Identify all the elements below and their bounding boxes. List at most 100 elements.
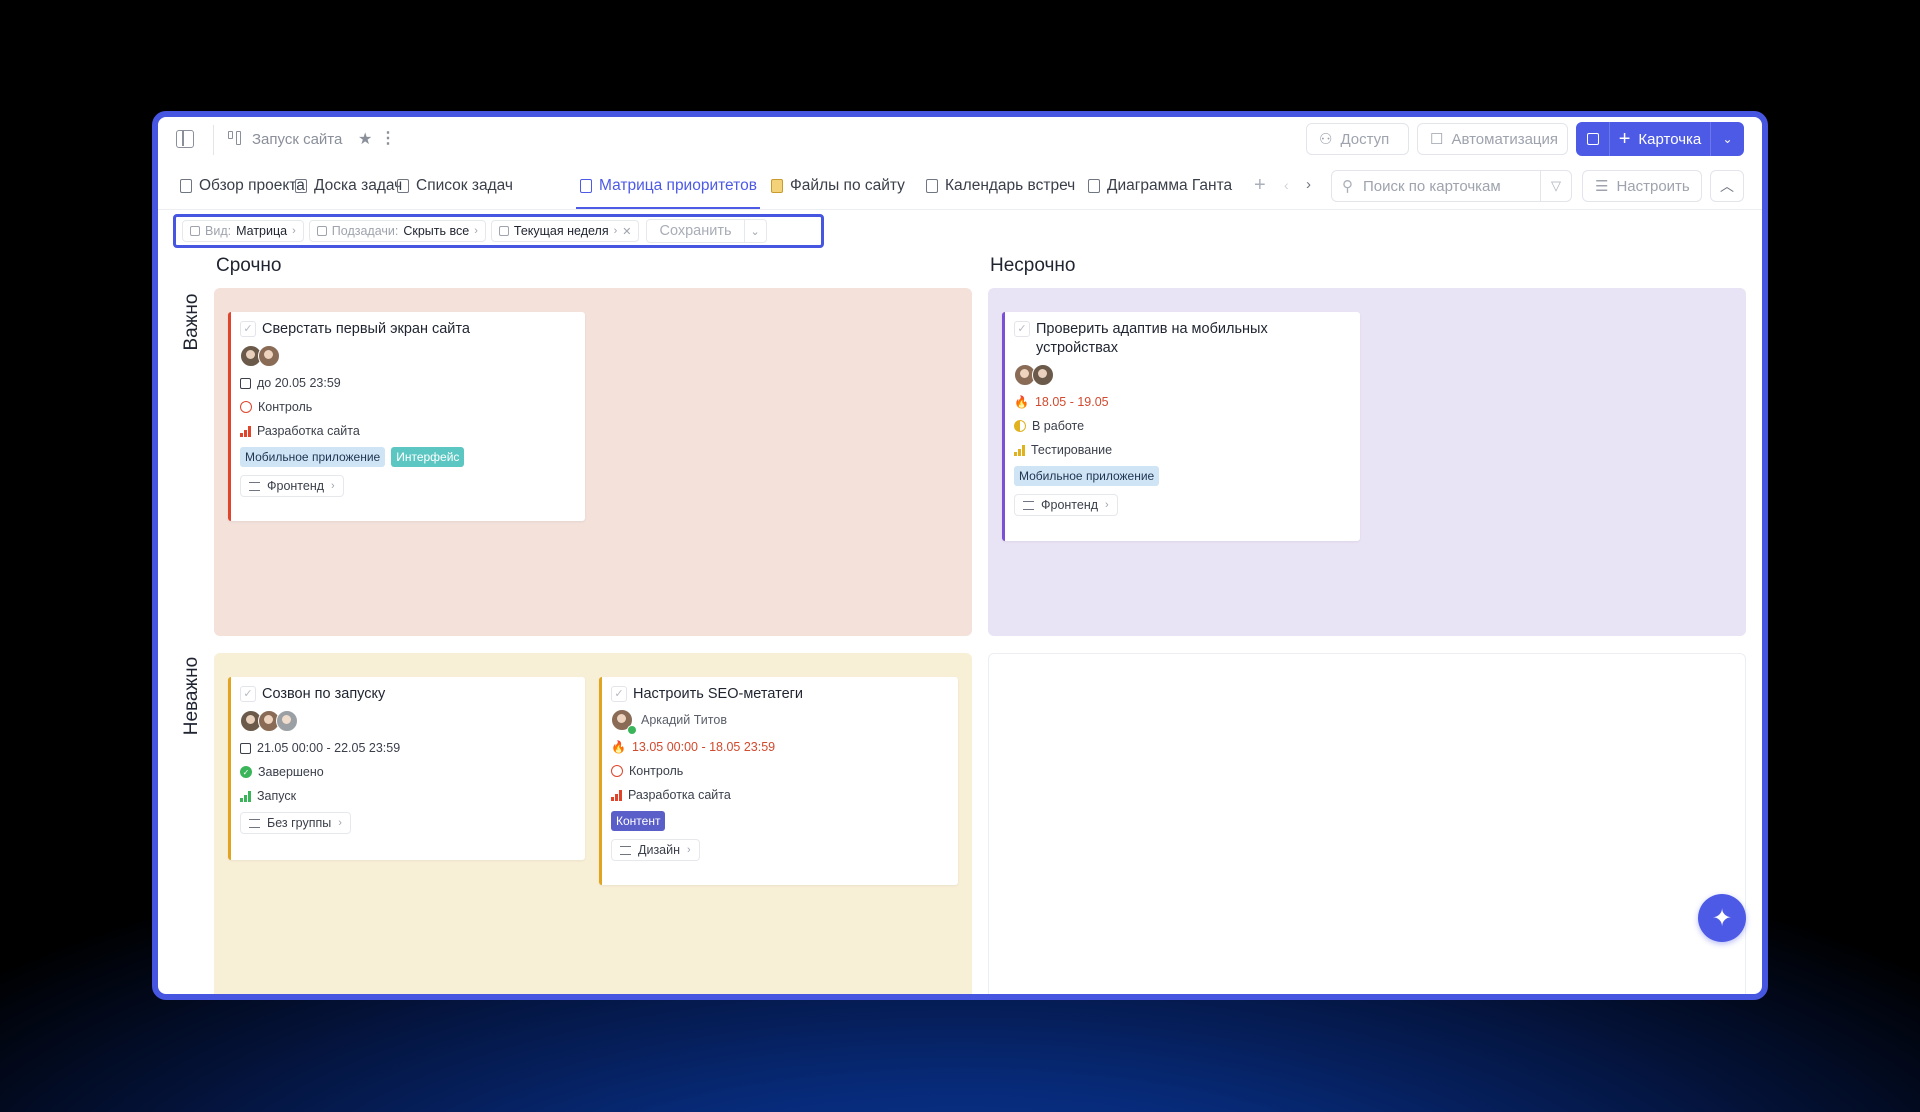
card-title: Сверстать первый экран сайта xyxy=(262,321,470,337)
tags: Мобильное приложение xyxy=(1014,466,1350,486)
stage: Запуск xyxy=(240,788,575,804)
tabs-bar: Обзор проекта Доска задач Список задач М… xyxy=(158,165,1762,210)
add-card-group: + Карточка ⌄ xyxy=(1576,122,1744,156)
stage: Тестирование xyxy=(1014,442,1350,458)
priority-bar xyxy=(228,677,231,860)
chevron-right-icon[interactable]: › xyxy=(1306,176,1311,193)
status-control-icon xyxy=(611,765,623,777)
subtasks-filter-chip[interactable]: Подзадачи: Скрыть все › xyxy=(308,220,486,242)
list-icon xyxy=(397,179,409,193)
star-icon[interactable]: ★ xyxy=(358,129,372,149)
chevron-right-icon: › xyxy=(292,225,296,237)
tag[interactable]: Интерфейс xyxy=(391,447,465,467)
chevron-right-icon: › xyxy=(1105,499,1109,511)
tag[interactable]: Мобильное приложение xyxy=(1014,466,1160,486)
fire-icon: 🔥 xyxy=(1014,395,1029,409)
tab-task-board[interactable]: Доска задач xyxy=(295,177,402,195)
search-input[interactable] xyxy=(1363,177,1523,195)
tags: Мобильное приложение Интерфейс xyxy=(240,447,575,467)
due-date: 🔥 13.05 00:00 - 18.05 23:59 xyxy=(611,740,776,754)
assignees xyxy=(240,345,575,367)
complete-checkbox[interactable]: ✓ xyxy=(611,686,627,702)
group-icon xyxy=(1023,500,1034,510)
app-window: Запуск сайта ★ ⋮ ⚇ Доступ ☐ Автоматизаци… xyxy=(152,111,1768,1000)
stage: Разработка сайта xyxy=(240,423,575,439)
check-badge-icon xyxy=(627,725,637,735)
tab-meeting-calendar[interactable]: Календарь встреч xyxy=(926,177,1075,195)
avatar[interactable] xyxy=(1032,364,1054,386)
complete-checkbox[interactable]: ✓ xyxy=(240,321,256,337)
subtasks-icon xyxy=(316,226,327,236)
status: Контроль xyxy=(240,399,575,415)
board-icon xyxy=(295,179,307,193)
avatar[interactable] xyxy=(276,710,298,732)
group-chip[interactable]: Дизайн › xyxy=(611,839,700,861)
chevron-left-icon[interactable]: ‹ xyxy=(1284,177,1289,193)
card-title: Настроить SEO-метатеги xyxy=(633,686,804,702)
tag[interactable]: Контент xyxy=(611,811,666,831)
group-icon xyxy=(620,845,631,855)
complete-checkbox[interactable]: ✓ xyxy=(240,686,256,702)
group-chip[interactable]: Без группы › xyxy=(240,812,351,834)
fire-icon: 🔥 xyxy=(611,740,626,754)
search-box: ⚲ xyxy=(1331,170,1541,202)
add-tab-icon[interactable]: + xyxy=(1254,174,1266,197)
tab-site-files[interactable]: Файлы по сайту xyxy=(771,177,905,195)
save-dropdown[interactable]: ⌄ xyxy=(744,219,767,243)
priority-high-icon xyxy=(240,425,251,437)
tab-project-overview[interactable]: Обзор проекта xyxy=(180,177,305,195)
assignees xyxy=(240,710,575,732)
row-header-important: Важно xyxy=(181,293,202,351)
quadrant-not-urgent-not-important[interactable] xyxy=(988,653,1746,994)
sparkle-icon: ✦ xyxy=(1711,904,1733,932)
tag[interactable]: Мобильное приложение xyxy=(240,447,386,467)
close-icon[interactable]: ✕ xyxy=(622,225,631,238)
avatar[interactable] xyxy=(258,345,280,367)
chevron-right-icon: › xyxy=(474,225,478,237)
ai-assistant-button[interactable]: ✦ xyxy=(1698,894,1746,942)
status: В работе xyxy=(1014,418,1350,434)
calendar-icon xyxy=(240,742,251,754)
plus-icon: + xyxy=(1618,128,1631,150)
access-button[interactable]: ⚇ Доступ xyxy=(1306,123,1409,155)
status-in-progress-icon xyxy=(1014,420,1026,432)
group-icon xyxy=(249,481,260,491)
priority-bar xyxy=(228,312,231,521)
priority-low-icon xyxy=(240,790,251,802)
period-filter-chip[interactable]: Текущая неделя › ✕ xyxy=(490,220,640,242)
chevron-up-icon: ︿ xyxy=(1720,178,1734,194)
group-chip[interactable]: Фронтенд › xyxy=(1014,494,1118,516)
view-filters-bar: Вид: Матрица › Подзадачи: Скрыть все › Т… xyxy=(173,214,824,248)
tab-gantt[interactable]: Диаграмма Ганта xyxy=(1088,177,1232,195)
card-template-button[interactable] xyxy=(1576,122,1610,156)
column-header-not-urgent: Несрочно xyxy=(990,255,1076,276)
add-card-dropdown[interactable]: ⌄ xyxy=(1710,122,1744,156)
task-card[interactable]: ✓ Созвон по запуску 21.05 00:00 - 22.05 … xyxy=(228,677,585,860)
task-card[interactable]: ✓ Сверстать первый экран сайта до 20.05 … xyxy=(228,312,585,521)
view-filter-chip[interactable]: Вид: Матрица › xyxy=(182,220,304,242)
sidebar-toggle-icon[interactable] xyxy=(176,130,194,148)
complete-checkbox[interactable]: ✓ xyxy=(1014,321,1030,337)
task-card[interactable]: ✓ Настроить SEO-метатеги Аркадий Титов 🔥… xyxy=(599,677,958,885)
project-title[interactable]: Запуск сайта xyxy=(252,131,342,148)
calendar-icon xyxy=(240,377,251,389)
save-view-button[interactable]: Сохранить xyxy=(646,219,745,243)
document-icon xyxy=(180,179,192,193)
priority-bar xyxy=(599,677,602,885)
divider xyxy=(213,125,214,155)
user-icon: ⚇ xyxy=(1319,131,1333,148)
column-header-urgent: Срочно xyxy=(216,255,282,276)
task-card[interactable]: ✓ Проверить адаптив на мобильных устройс… xyxy=(1002,312,1360,541)
group-chip[interactable]: Фронтенд › xyxy=(240,475,344,497)
add-card-button[interactable]: + Карточка xyxy=(1610,122,1710,156)
tab-task-list[interactable]: Список задач xyxy=(397,177,513,195)
card-title: Созвон по запуску xyxy=(262,686,386,702)
filter-icon[interactable]: ▽ xyxy=(1540,170,1572,202)
tab-priority-matrix[interactable]: Матрица приоритетов xyxy=(580,177,757,195)
automation-button[interactable]: ☐ Автоматизация xyxy=(1417,123,1568,155)
calendar-icon xyxy=(926,179,938,193)
collapse-button[interactable]: ︿ xyxy=(1710,170,1744,202)
configure-button[interactable]: ☰ Настроить xyxy=(1582,170,1702,202)
avatar[interactable] xyxy=(611,709,637,735)
more-icon[interactable]: ⋮ xyxy=(380,128,396,148)
